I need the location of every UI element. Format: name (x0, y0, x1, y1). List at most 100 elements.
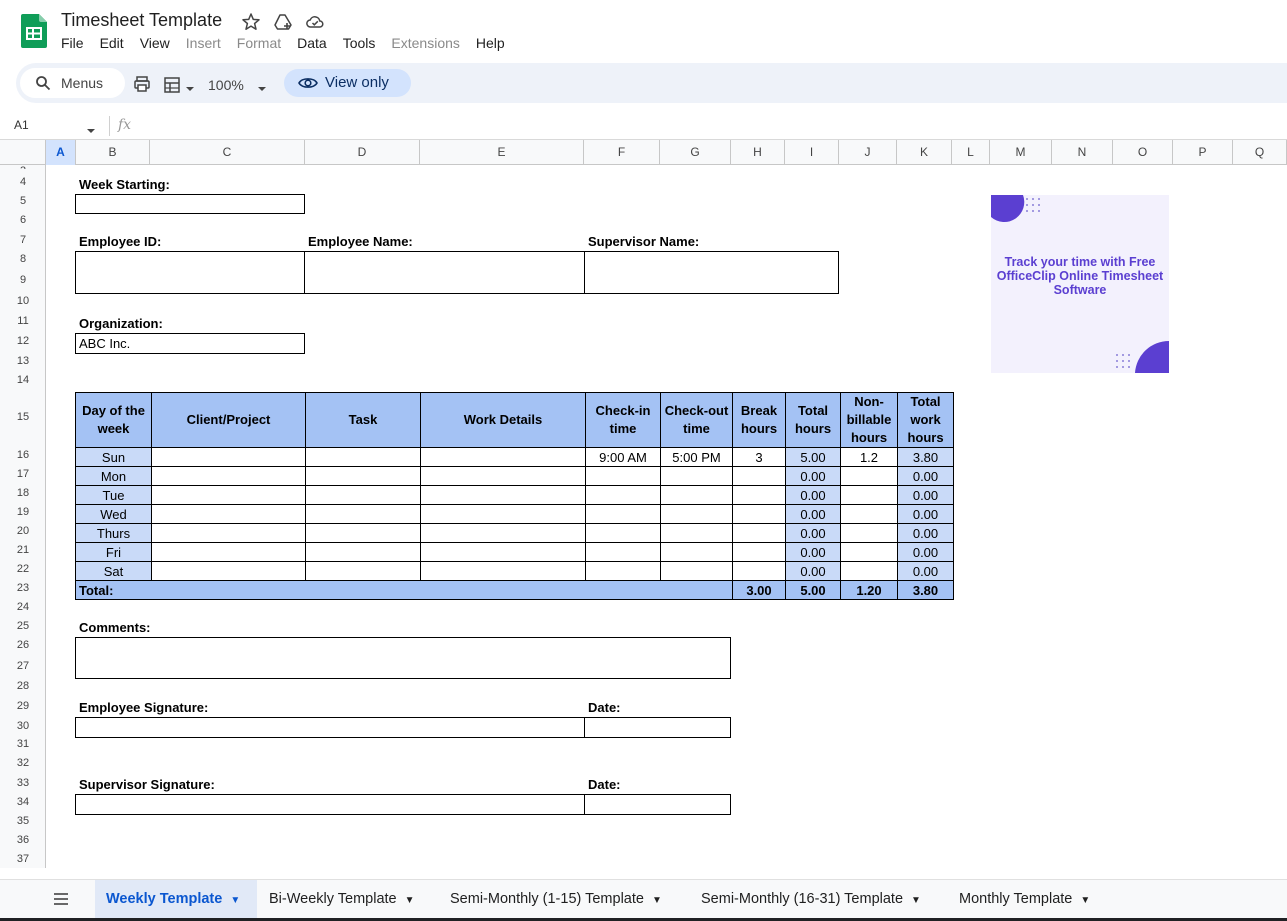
document-title[interactable]: Timesheet Template (61, 10, 222, 31)
menu-file[interactable]: File (61, 35, 84, 55)
cell-checkout[interactable]: 5:00 PM (660, 447, 733, 467)
sheet-tab[interactable]: Semi-Monthly (1-15) Template ▼ (439, 880, 689, 918)
row-header-36[interactable]: 36 (0, 834, 46, 846)
row-header-8[interactable]: 8 (0, 253, 46, 265)
column-header-m[interactable]: M (990, 140, 1052, 165)
cell-nonbillable[interactable] (840, 561, 898, 581)
cell-checkin[interactable] (585, 466, 661, 486)
employee-name-field[interactable] (304, 251, 585, 294)
row-header-20[interactable]: 20 (0, 525, 46, 537)
move-to-drive-icon[interactable] (273, 12, 293, 32)
sheet-tab[interactable]: Bi-Weekly Template ▼ (258, 880, 438, 918)
format-icon[interactable] (163, 76, 181, 99)
row-header-25[interactable]: 25 (0, 620, 46, 632)
tab-caret-icon[interactable]: ▼ (911, 895, 921, 906)
cell-break[interactable] (732, 485, 786, 505)
cell-client[interactable] (151, 542, 306, 562)
row-header-22[interactable]: 22 (0, 563, 46, 575)
cell-client[interactable] (151, 447, 306, 467)
column-header-j[interactable]: J (839, 140, 897, 165)
print-icon[interactable] (133, 75, 151, 98)
cell-break[interactable] (732, 466, 786, 486)
column-header-b[interactable]: B (76, 140, 150, 165)
cell-checkin[interactable] (585, 523, 661, 543)
cell-checkout[interactable] (660, 504, 733, 524)
cell-details[interactable] (420, 542, 586, 562)
cell-details[interactable] (420, 523, 586, 543)
tab-caret-icon[interactable]: ▼ (230, 895, 240, 906)
cell-details[interactable] (420, 447, 586, 467)
cell-task[interactable] (305, 561, 421, 581)
row-header-16[interactable]: 16 (0, 449, 46, 461)
star-icon[interactable] (241, 12, 261, 32)
column-header-p[interactable]: P (1173, 140, 1233, 165)
cell-task[interactable] (305, 466, 421, 486)
cell-client[interactable] (151, 485, 306, 505)
row-header-13[interactable]: 13 (0, 355, 46, 367)
row-header-10[interactable]: 10 (0, 295, 46, 307)
cell-checkin[interactable] (585, 561, 661, 581)
cell-break[interactable] (732, 523, 786, 543)
cell-checkin[interactable]: 9:00 AM (585, 447, 661, 467)
select-all-corner[interactable] (0, 140, 46, 165)
cloud-saved-icon[interactable] (305, 12, 325, 32)
menu-view[interactable]: View (140, 35, 170, 55)
row-header-21[interactable]: 21 (0, 544, 46, 556)
menu-tools[interactable]: Tools (343, 35, 376, 55)
tab-caret-icon[interactable]: ▼ (405, 895, 415, 906)
cell-checkin[interactable] (585, 542, 661, 562)
row-header-30[interactable]: 30 (0, 720, 46, 732)
row-header-12[interactable]: 12 (0, 335, 46, 347)
cell-task[interactable] (305, 504, 421, 524)
cell-nonbillable[interactable] (840, 504, 898, 524)
menu-extensions[interactable]: Extensions (391, 35, 459, 55)
tab-caret-icon[interactable]: ▼ (652, 895, 662, 906)
week-starting-field[interactable] (75, 194, 305, 214)
cell-nonbillable[interactable] (840, 485, 898, 505)
cell-client[interactable] (151, 504, 306, 524)
row-header-23[interactable]: 23 (0, 582, 46, 594)
row-header-5[interactable]: 5 (0, 195, 46, 207)
officeclip-promo-image[interactable]: Track your time with Free OfficeClip Onl… (991, 195, 1169, 373)
cell-nonbillable[interactable]: 1.2 (840, 447, 898, 467)
cell-details[interactable] (420, 504, 586, 524)
column-header-d[interactable]: D (305, 140, 420, 165)
menu-insert[interactable]: Insert (186, 35, 221, 55)
zoom-caret-icon[interactable] (257, 80, 267, 98)
menu-edit[interactable]: Edit (100, 35, 124, 55)
column-header-i[interactable]: I (785, 140, 839, 165)
column-header-g[interactable]: G (660, 140, 731, 165)
organization-field[interactable]: ABC Inc. (75, 333, 305, 354)
column-header-o[interactable]: O (1113, 140, 1173, 165)
row-header-24[interactable]: 24 (0, 601, 46, 613)
column-header-n[interactable]: N (1052, 140, 1113, 165)
supervisor-name-field[interactable] (584, 251, 839, 294)
row-header-35[interactable]: 35 (0, 815, 46, 827)
row-header-33[interactable]: 33 (0, 777, 46, 789)
row-header-14[interactable]: 14 (0, 374, 46, 386)
cell-client[interactable] (151, 466, 306, 486)
cell-nonbillable[interactable] (840, 466, 898, 486)
sheet-tab[interactable]: Monthly Template ▼ (948, 880, 1120, 918)
cell-client[interactable] (151, 523, 306, 543)
cell-details[interactable] (420, 485, 586, 505)
row-header-11[interactable]: 11 (0, 315, 46, 327)
row-header-28[interactable]: 28 (0, 680, 46, 692)
column-header-a[interactable]: A (46, 140, 76, 165)
caret-down-icon[interactable] (185, 80, 195, 98)
cell-task[interactable] (305, 523, 421, 543)
cell-break[interactable] (732, 542, 786, 562)
cell-nonbillable[interactable] (840, 542, 898, 562)
cell-details[interactable] (420, 466, 586, 486)
supervisor-date-field[interactable] (584, 794, 731, 815)
row-header-27[interactable]: 27 (0, 660, 46, 672)
sheet-tab[interactable]: Weekly Template ▼ (95, 880, 257, 918)
row-header-26[interactable]: 26 (0, 639, 46, 651)
column-header-k[interactable]: K (897, 140, 952, 165)
row-header-9[interactable]: 9 (0, 274, 46, 286)
column-header-e[interactable]: E (420, 140, 584, 165)
employee-date-field[interactable] (584, 717, 731, 738)
menu-format[interactable]: Format (237, 35, 281, 55)
cell-checkin[interactable] (585, 504, 661, 524)
row-header-37[interactable]: 37 (0, 853, 46, 865)
